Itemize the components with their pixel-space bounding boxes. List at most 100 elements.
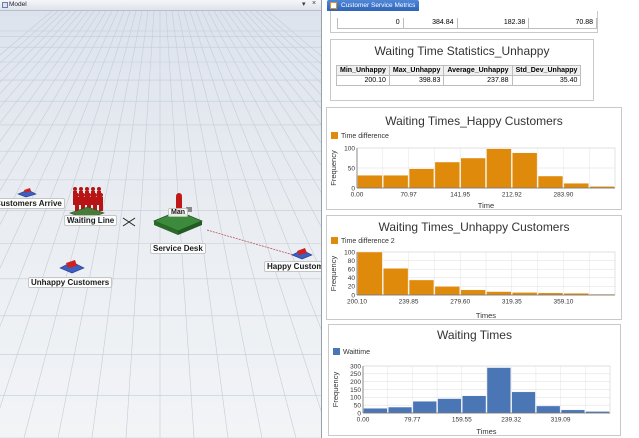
app-window: Model ▾ × Customers Arrive Waiting Line — [0, 0, 639, 438]
customer-service-metrics-tab[interactable]: Customer Service Metrics — [327, 0, 420, 11]
x-tick-label: 212.92 — [502, 192, 522, 199]
y-axis-label: Frequency — [331, 372, 340, 408]
chart-box-waittime: Waiting Times Waittime 0 50 100 150 200 250 30… — [328, 324, 621, 436]
grid-line — [213, 11, 321, 193]
x-axis-label: Times — [476, 311, 496, 320]
grid-line — [207, 11, 321, 228]
chart-box-happy: Waiting Times_Happy Customers Time diffe… — [326, 107, 622, 210]
person-head — [75, 193, 79, 197]
x-tick-label: 359.10 — [553, 299, 573, 306]
y-axis-label: Frequency — [329, 150, 338, 186]
x-tick-label: 239.85 — [399, 299, 419, 306]
table-cell: 70.88 — [528, 18, 597, 29]
grid-line — [255, 11, 321, 74]
histogram-bar — [408, 279, 435, 296]
close-icon[interactable]: × — [312, 0, 316, 7]
histogram-bar — [486, 291, 512, 296]
column-header: Average_Unhappy — [443, 65, 513, 76]
y-tick-label: 40 — [348, 275, 356, 282]
x-tick-label: 79.77 — [404, 417, 421, 424]
grid-line — [267, 11, 321, 57]
person-head — [81, 193, 85, 197]
grid-line — [231, 11, 321, 125]
table-header-row: Min_Unhappy Max_Unhappy Average_Unhappy … — [336, 65, 582, 76]
y-tick-label: 300 — [350, 363, 361, 370]
x-axis-label: Time — [478, 201, 494, 210]
histogram-bar — [486, 148, 512, 189]
column-header: Std_Dev_Unhappy — [511, 65, 582, 76]
y-tick-label: 150 — [350, 387, 361, 394]
metrics-tab-label: Customer Service Metrics — [341, 2, 416, 9]
histogram-bar — [536, 405, 561, 414]
person-head — [85, 187, 89, 191]
y-tick-label: 100 — [344, 249, 355, 256]
histogram-bar — [434, 286, 460, 296]
unhappy-stats-title: Waiting Time Statistics_Unhappy — [374, 44, 550, 58]
person-head — [87, 193, 91, 197]
y-axis-label: Frequency — [329, 256, 338, 292]
y-tick-label: 100 — [344, 145, 355, 152]
model-pane: Model ▾ × Customers Arrive Waiting Line — [0, 0, 322, 438]
service-desk-label: Service Desk — [150, 243, 206, 254]
histogram-bar — [486, 367, 511, 414]
histogram-bar — [537, 175, 564, 189]
person-head — [93, 193, 97, 197]
person-body — [99, 197, 103, 211]
unhappy-sink-icon[interactable] — [58, 257, 86, 275]
metrics-content[interactable]: 0 384.84 182.38 70.88 Waiting Time Stati… — [323, 11, 639, 438]
histogram-bar — [357, 174, 383, 189]
y-tick-label: 80 — [348, 258, 356, 265]
unhappy-customers-label: Unhappy Customers — [28, 277, 113, 288]
table-cell: 384.84 — [402, 18, 458, 29]
x-tick-label: 239.32 — [501, 417, 521, 424]
histogram-bar — [408, 168, 435, 189]
model-tab[interactable]: Model ▾ × — [0, 0, 321, 11]
histogram-bar — [434, 161, 460, 189]
model-tab-label: Model — [9, 1, 27, 8]
grid-line — [243, 11, 321, 96]
table-cell: 200.10 — [336, 75, 390, 86]
histogram-bar — [563, 182, 589, 189]
dashboard-icon — [330, 2, 337, 9]
person-head — [79, 187, 83, 191]
grid-line — [225, 11, 321, 144]
y-tick-label: 200 — [350, 379, 361, 386]
histogram-bar — [560, 409, 586, 414]
x-axis-label: Times — [476, 427, 496, 436]
y-tick-label: 50 — [348, 165, 356, 172]
table-row: 200.10 398.83 237.88 35.40 — [336, 75, 582, 86]
x-tick-label: 319.09 — [551, 417, 571, 424]
table-cell: 398.83 — [388, 75, 445, 86]
x-tick-label: 70.97 — [400, 192, 417, 199]
y-tick-label: 60 — [348, 266, 356, 273]
person-head — [73, 187, 77, 191]
model-floor[interactable]: Customers Arrive Waiting Line Man Servic… — [0, 11, 321, 438]
person-body — [75, 197, 79, 211]
happy-sink-icon[interactable] — [290, 245, 314, 261]
unhappy-stats-box: Waiting Time Statistics_Unhappy Min_Unha… — [330, 39, 594, 101]
customers-arrive-label: Customers Arrive — [0, 198, 65, 209]
y-tick-label: 50 — [354, 402, 362, 409]
unhappy-stats-table: Min_Unhappy Max_Unhappy Average_Unhappy … — [336, 65, 582, 86]
metrics-tabbar: Customer Service Metrics — [323, 0, 639, 11]
chart-box-unhappy: Waiting Times_Unhappy Customers Time dif… — [326, 215, 622, 320]
grid-line — [0, 11, 65, 73]
histogram-bar — [363, 408, 388, 414]
histogram-bar — [437, 398, 462, 414]
histogram-bar — [388, 406, 413, 414]
grid-line — [0, 11, 71, 83]
x-tick-label: 283.90 — [553, 192, 573, 199]
grid-line — [0, 11, 53, 56]
pin-icon[interactable]: ▾ — [302, 0, 306, 8]
histogram-bar — [460, 157, 486, 189]
column-header: Max_Unhappy — [388, 65, 445, 76]
source-object-icon[interactable] — [16, 186, 38, 198]
waittime-histogram: 0501001502002503000.00 79.77 159.55 239.32 3… — [331, 363, 611, 436]
table-cell: 182.38 — [456, 18, 530, 29]
histogram-bar — [512, 152, 538, 189]
grid-line — [189, 11, 321, 412]
histogram-bar — [383, 268, 409, 296]
table-cell: 35.40 — [511, 75, 582, 86]
waiting-line-label: Waiting Line — [64, 215, 118, 226]
histogram-bar — [512, 292, 538, 296]
